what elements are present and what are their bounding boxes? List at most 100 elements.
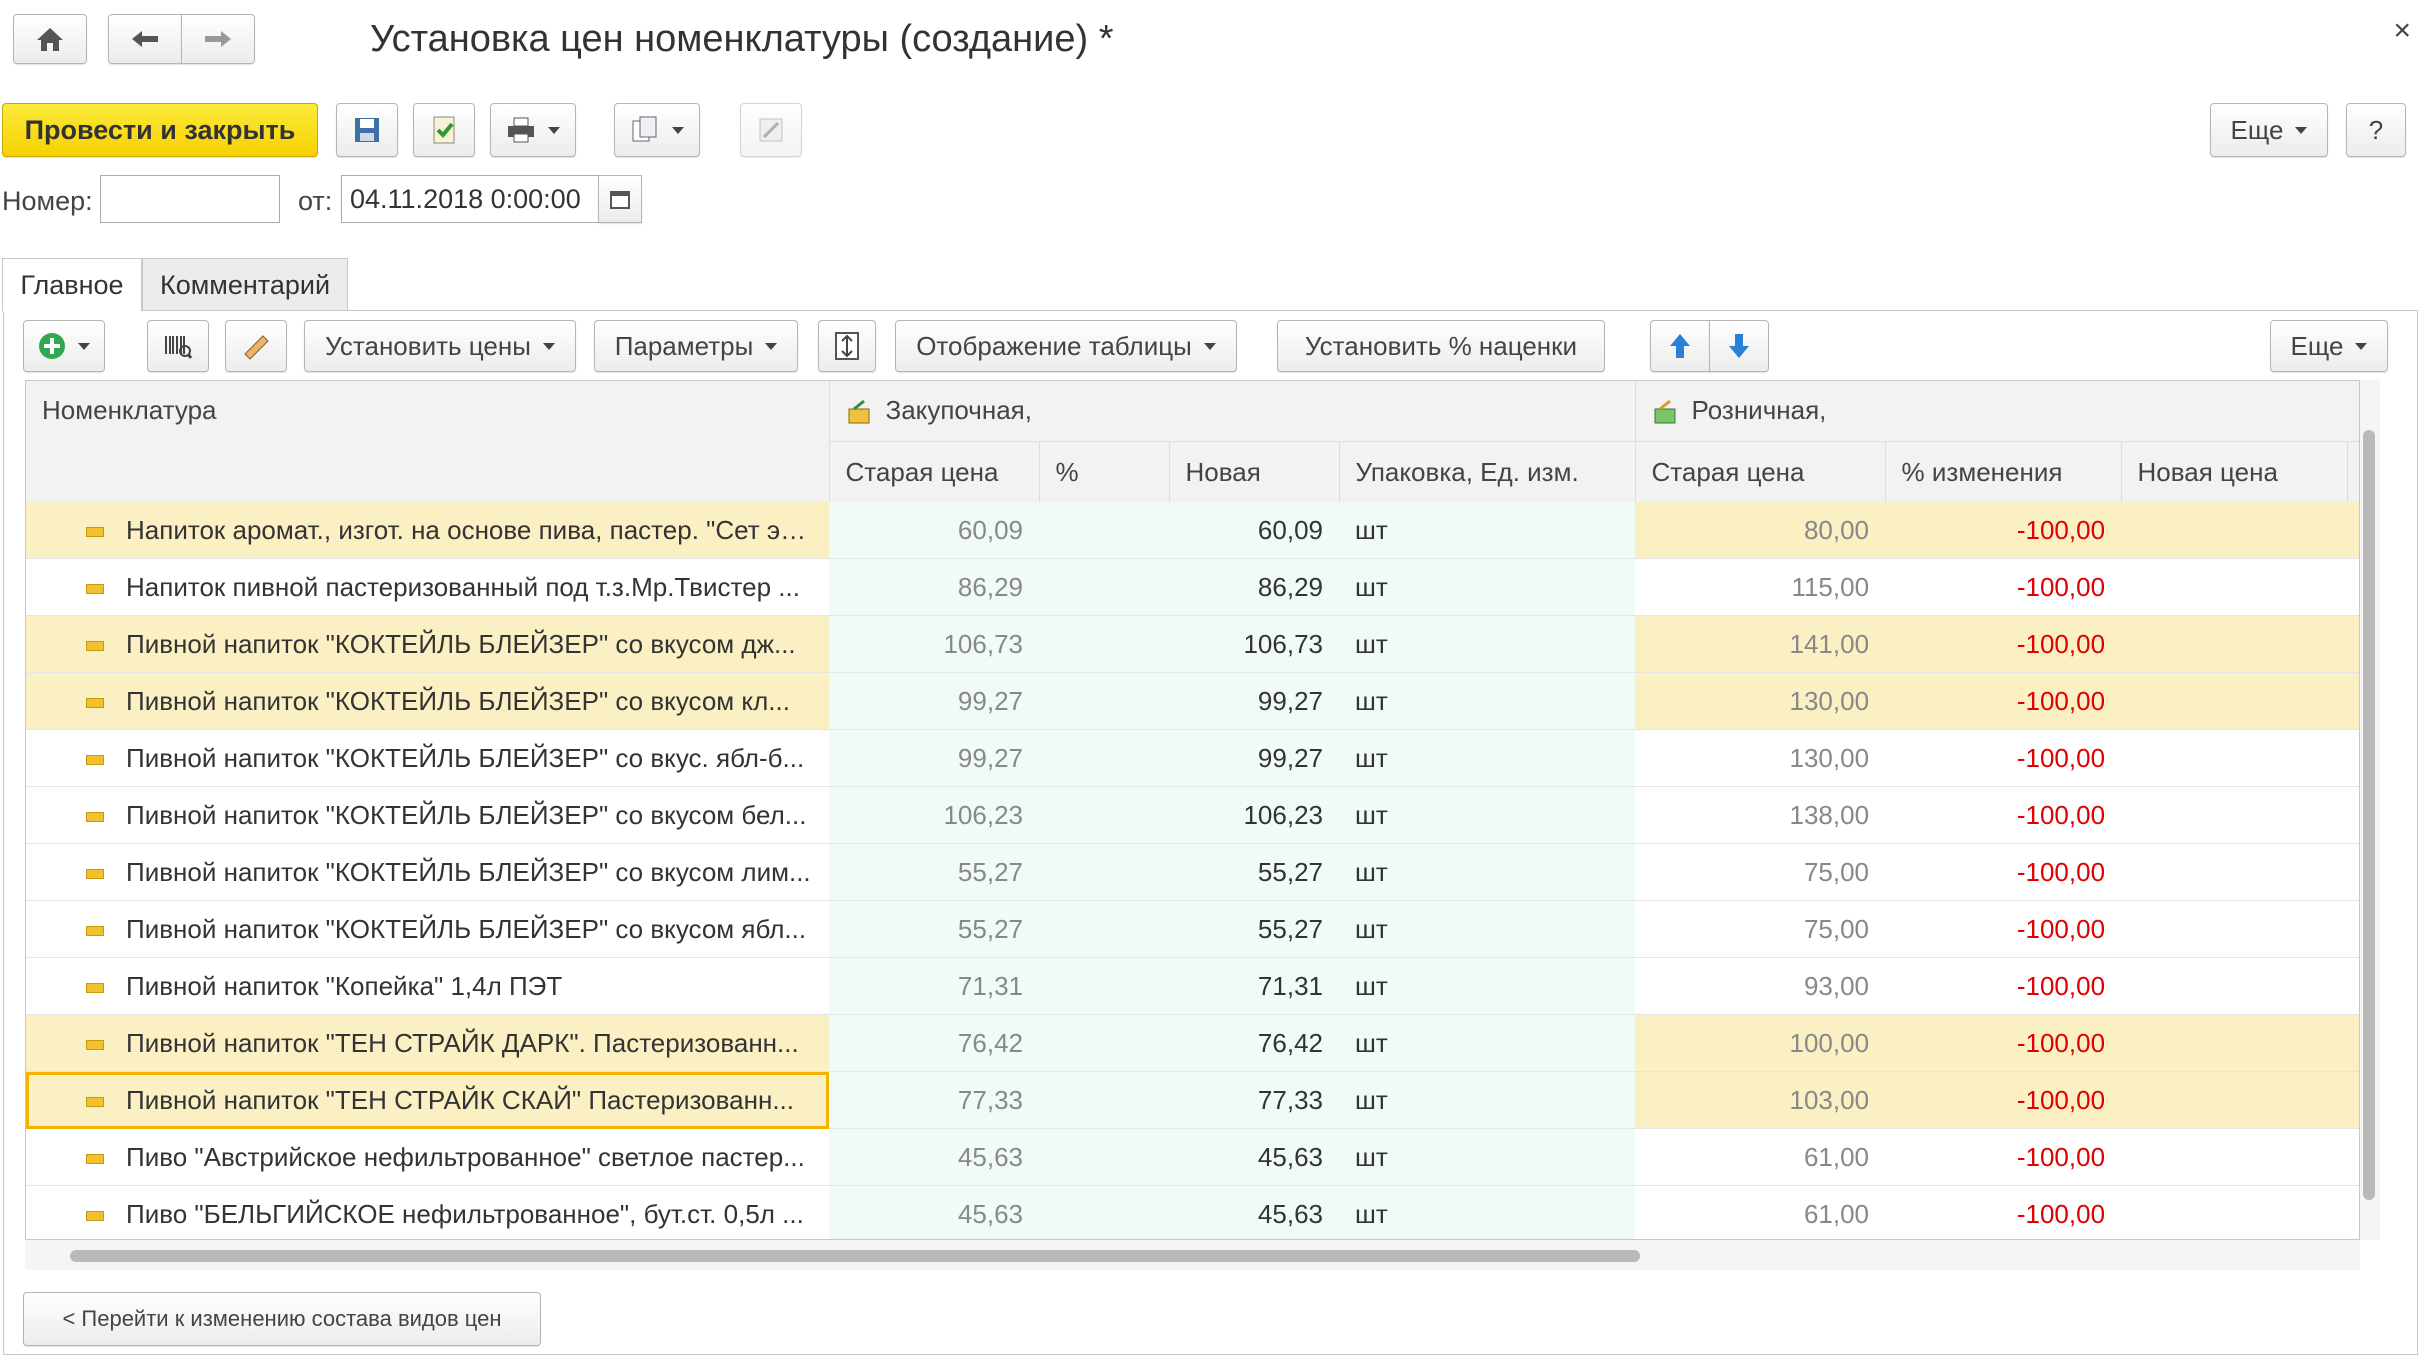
purchase-old-cell[interactable]: 106,23 (829, 786, 1039, 844)
purchase-old-cell[interactable]: 55,27 (829, 843, 1039, 901)
retail-new-cell[interactable] (2121, 729, 2348, 787)
retail-new-cell[interactable] (2121, 1014, 2348, 1072)
purchase-new-cell[interactable]: 45,63 (1169, 1128, 1339, 1186)
item-name-cell[interactable]: Напиток пивной пастеризованный под т.з.М… (26, 558, 829, 616)
table-row[interactable]: Пивной напиток "Копейка" 1,4л ПЭТ 71,31 71… (26, 957, 2359, 1015)
purchase-old-cell[interactable]: 86,29 (829, 558, 1039, 616)
item-name-cell[interactable]: Пивной напиток "КОКТЕЙЛЬ БЛЕЙЗЕР" со вку… (26, 729, 829, 787)
parameters-button[interactable]: Параметры (594, 320, 798, 372)
purchase-pct-cell[interactable] (1039, 1014, 1169, 1072)
retail-new-cell[interactable] (2121, 502, 2348, 559)
home-button[interactable] (13, 14, 87, 64)
more-button[interactable]: Еще (2210, 103, 2328, 157)
purchase-pct-cell[interactable] (1039, 843, 1169, 901)
retail-unit-cell[interactable]: ш (2347, 843, 2359, 901)
table-row[interactable]: Пивной напиток "КОКТЕЙЛЬ БЛЕЙЗЕР" со вку… (26, 729, 2359, 787)
purchase-pct-cell[interactable] (1039, 502, 1169, 559)
purchase-pct-cell[interactable] (1039, 729, 1169, 787)
unit-cell[interactable]: шт (1339, 672, 1636, 730)
post-button[interactable] (413, 103, 475, 157)
unit-cell[interactable]: шт (1339, 558, 1636, 616)
retail-unit-cell[interactable]: ш (2347, 615, 2359, 673)
table-row[interactable]: Пивной напиток "КОКТЕЙЛЬ БЛЕЙЗЕР" со вку… (26, 672, 2359, 730)
purchase-pct-cell[interactable] (1039, 1128, 1169, 1186)
item-name-cell[interactable]: Пиво "БЕЛЬГИЙСКОЕ нефильтрованное", бут.… (26, 1185, 829, 1239)
purchase-new-cell[interactable]: 99,27 (1169, 729, 1339, 787)
purchase-new-cell[interactable]: 106,73 (1169, 615, 1339, 673)
calendar-button[interactable] (598, 175, 642, 223)
forward-button[interactable] (181, 14, 255, 64)
retail-new-cell[interactable] (2121, 672, 2348, 730)
retail-unit-cell[interactable]: ш (2347, 1185, 2359, 1239)
item-name-cell[interactable]: Пивной напиток "КОКТЕЙЛЬ БЛЕЙЗЕР" со вку… (26, 786, 829, 844)
purchase-old-cell[interactable]: 45,63 (829, 1128, 1039, 1186)
retail-change-cell[interactable]: -100,00 (1885, 1014, 2122, 1072)
column-group-purchase[interactable]: Закупочная, (829, 381, 1636, 442)
edit-button[interactable] (740, 103, 802, 157)
table-row[interactable]: Пивной напиток "КОКТЕЙЛЬ БЛЕЙЗЕР" со вку… (26, 615, 2359, 673)
column-header-retail-unit[interactable]: У (2347, 441, 2359, 502)
purchase-pct-cell[interactable] (1039, 900, 1169, 958)
purchase-new-cell[interactable]: 71,31 (1169, 957, 1339, 1015)
retail-change-cell[interactable]: -100,00 (1885, 1071, 2122, 1129)
retail-old-cell[interactable]: 75,00 (1635, 843, 1886, 901)
help-button[interactable]: ? (2346, 103, 2406, 157)
unit-cell[interactable]: шт (1339, 615, 1636, 673)
retail-change-cell[interactable]: -100,00 (1885, 957, 2122, 1015)
purchase-old-cell[interactable]: 99,27 (829, 729, 1039, 787)
retail-unit-cell[interactable]: ш (2347, 558, 2359, 616)
unit-cell[interactable]: шт (1339, 843, 1636, 901)
retail-new-cell[interactable] (2121, 1128, 2348, 1186)
retail-new-cell[interactable] (2121, 558, 2348, 616)
retail-old-cell[interactable]: 103,00 (1635, 1071, 1886, 1129)
purchase-new-cell[interactable]: 55,27 (1169, 843, 1339, 901)
set-prices-button[interactable]: Установить цены (304, 320, 576, 372)
move-up-button[interactable] (1650, 320, 1710, 372)
retail-unit-cell[interactable]: ш (2347, 502, 2359, 559)
column-header-purchase-pct[interactable]: % (1039, 441, 1170, 502)
retail-new-cell[interactable] (2121, 786, 2348, 844)
table-row[interactable]: Пиво "Австрийское нефильтрованное" светл… (26, 1128, 2359, 1186)
column-header-item[interactable]: Номенклатура (26, 381, 830, 502)
unit-cell[interactable]: шт (1339, 729, 1636, 787)
retail-change-cell[interactable]: -100,00 (1885, 786, 2122, 844)
column-header-purchase-new[interactable]: Новая (1169, 441, 1340, 502)
item-name-cell[interactable]: Пивной напиток "КОКТЕЙЛЬ БЛЕЙЗЕР" со вку… (26, 672, 829, 730)
retail-change-cell[interactable]: -100,00 (1885, 615, 2122, 673)
unit-cell[interactable]: шт (1339, 502, 1636, 559)
retail-unit-cell[interactable]: ш (2347, 900, 2359, 958)
retail-change-cell[interactable]: -100,00 (1885, 900, 2122, 958)
column-header-retail-change[interactable]: % изменения (1885, 441, 2122, 502)
purchase-old-cell[interactable]: 106,73 (829, 615, 1039, 673)
pick-items-button[interactable] (225, 320, 287, 372)
purchase-old-cell[interactable]: 99,27 (829, 672, 1039, 730)
purchase-pct-cell[interactable] (1039, 615, 1169, 673)
retail-old-cell[interactable]: 80,00 (1635, 502, 1886, 559)
close-icon[interactable]: × (2393, 14, 2411, 48)
column-header-retail-old[interactable]: Старая цена (1635, 441, 1886, 502)
purchase-old-cell[interactable]: 76,42 (829, 1014, 1039, 1072)
purchase-new-cell[interactable]: 76,42 (1169, 1014, 1339, 1072)
purchase-new-cell[interactable]: 77,33 (1169, 1071, 1339, 1129)
unit-cell[interactable]: шт (1339, 900, 1636, 958)
retail-unit-cell[interactable]: ш (2347, 786, 2359, 844)
retail-old-cell[interactable]: 130,00 (1635, 729, 1886, 787)
unit-cell[interactable]: шт (1339, 786, 1636, 844)
retail-new-cell[interactable] (2121, 1185, 2348, 1239)
retail-old-cell[interactable]: 138,00 (1635, 786, 1886, 844)
go-to-price-types-button[interactable]: < Перейти к изменению состава видов цен (23, 1292, 541, 1346)
retail-new-cell[interactable] (2121, 843, 2348, 901)
purchase-new-cell[interactable]: 55,27 (1169, 900, 1339, 958)
tab-comment[interactable]: Комментарий (142, 258, 348, 312)
column-header-purchase-old[interactable]: Старая цена (829, 441, 1040, 502)
retail-change-cell[interactable]: -100,00 (1885, 1185, 2122, 1239)
vertical-scrollbar-thumb[interactable] (2363, 430, 2375, 1200)
item-name-cell[interactable]: Пиво "Австрийское нефильтрованное" светл… (26, 1128, 829, 1186)
back-button[interactable] (108, 14, 182, 64)
retail-change-cell[interactable]: -100,00 (1885, 502, 2122, 559)
retail-change-cell[interactable]: -100,00 (1885, 672, 2122, 730)
retail-new-cell[interactable] (2121, 615, 2348, 673)
add-row-button[interactable] (23, 320, 105, 372)
retail-new-cell[interactable] (2121, 1071, 2348, 1129)
purchase-old-cell[interactable]: 45,63 (829, 1185, 1039, 1239)
